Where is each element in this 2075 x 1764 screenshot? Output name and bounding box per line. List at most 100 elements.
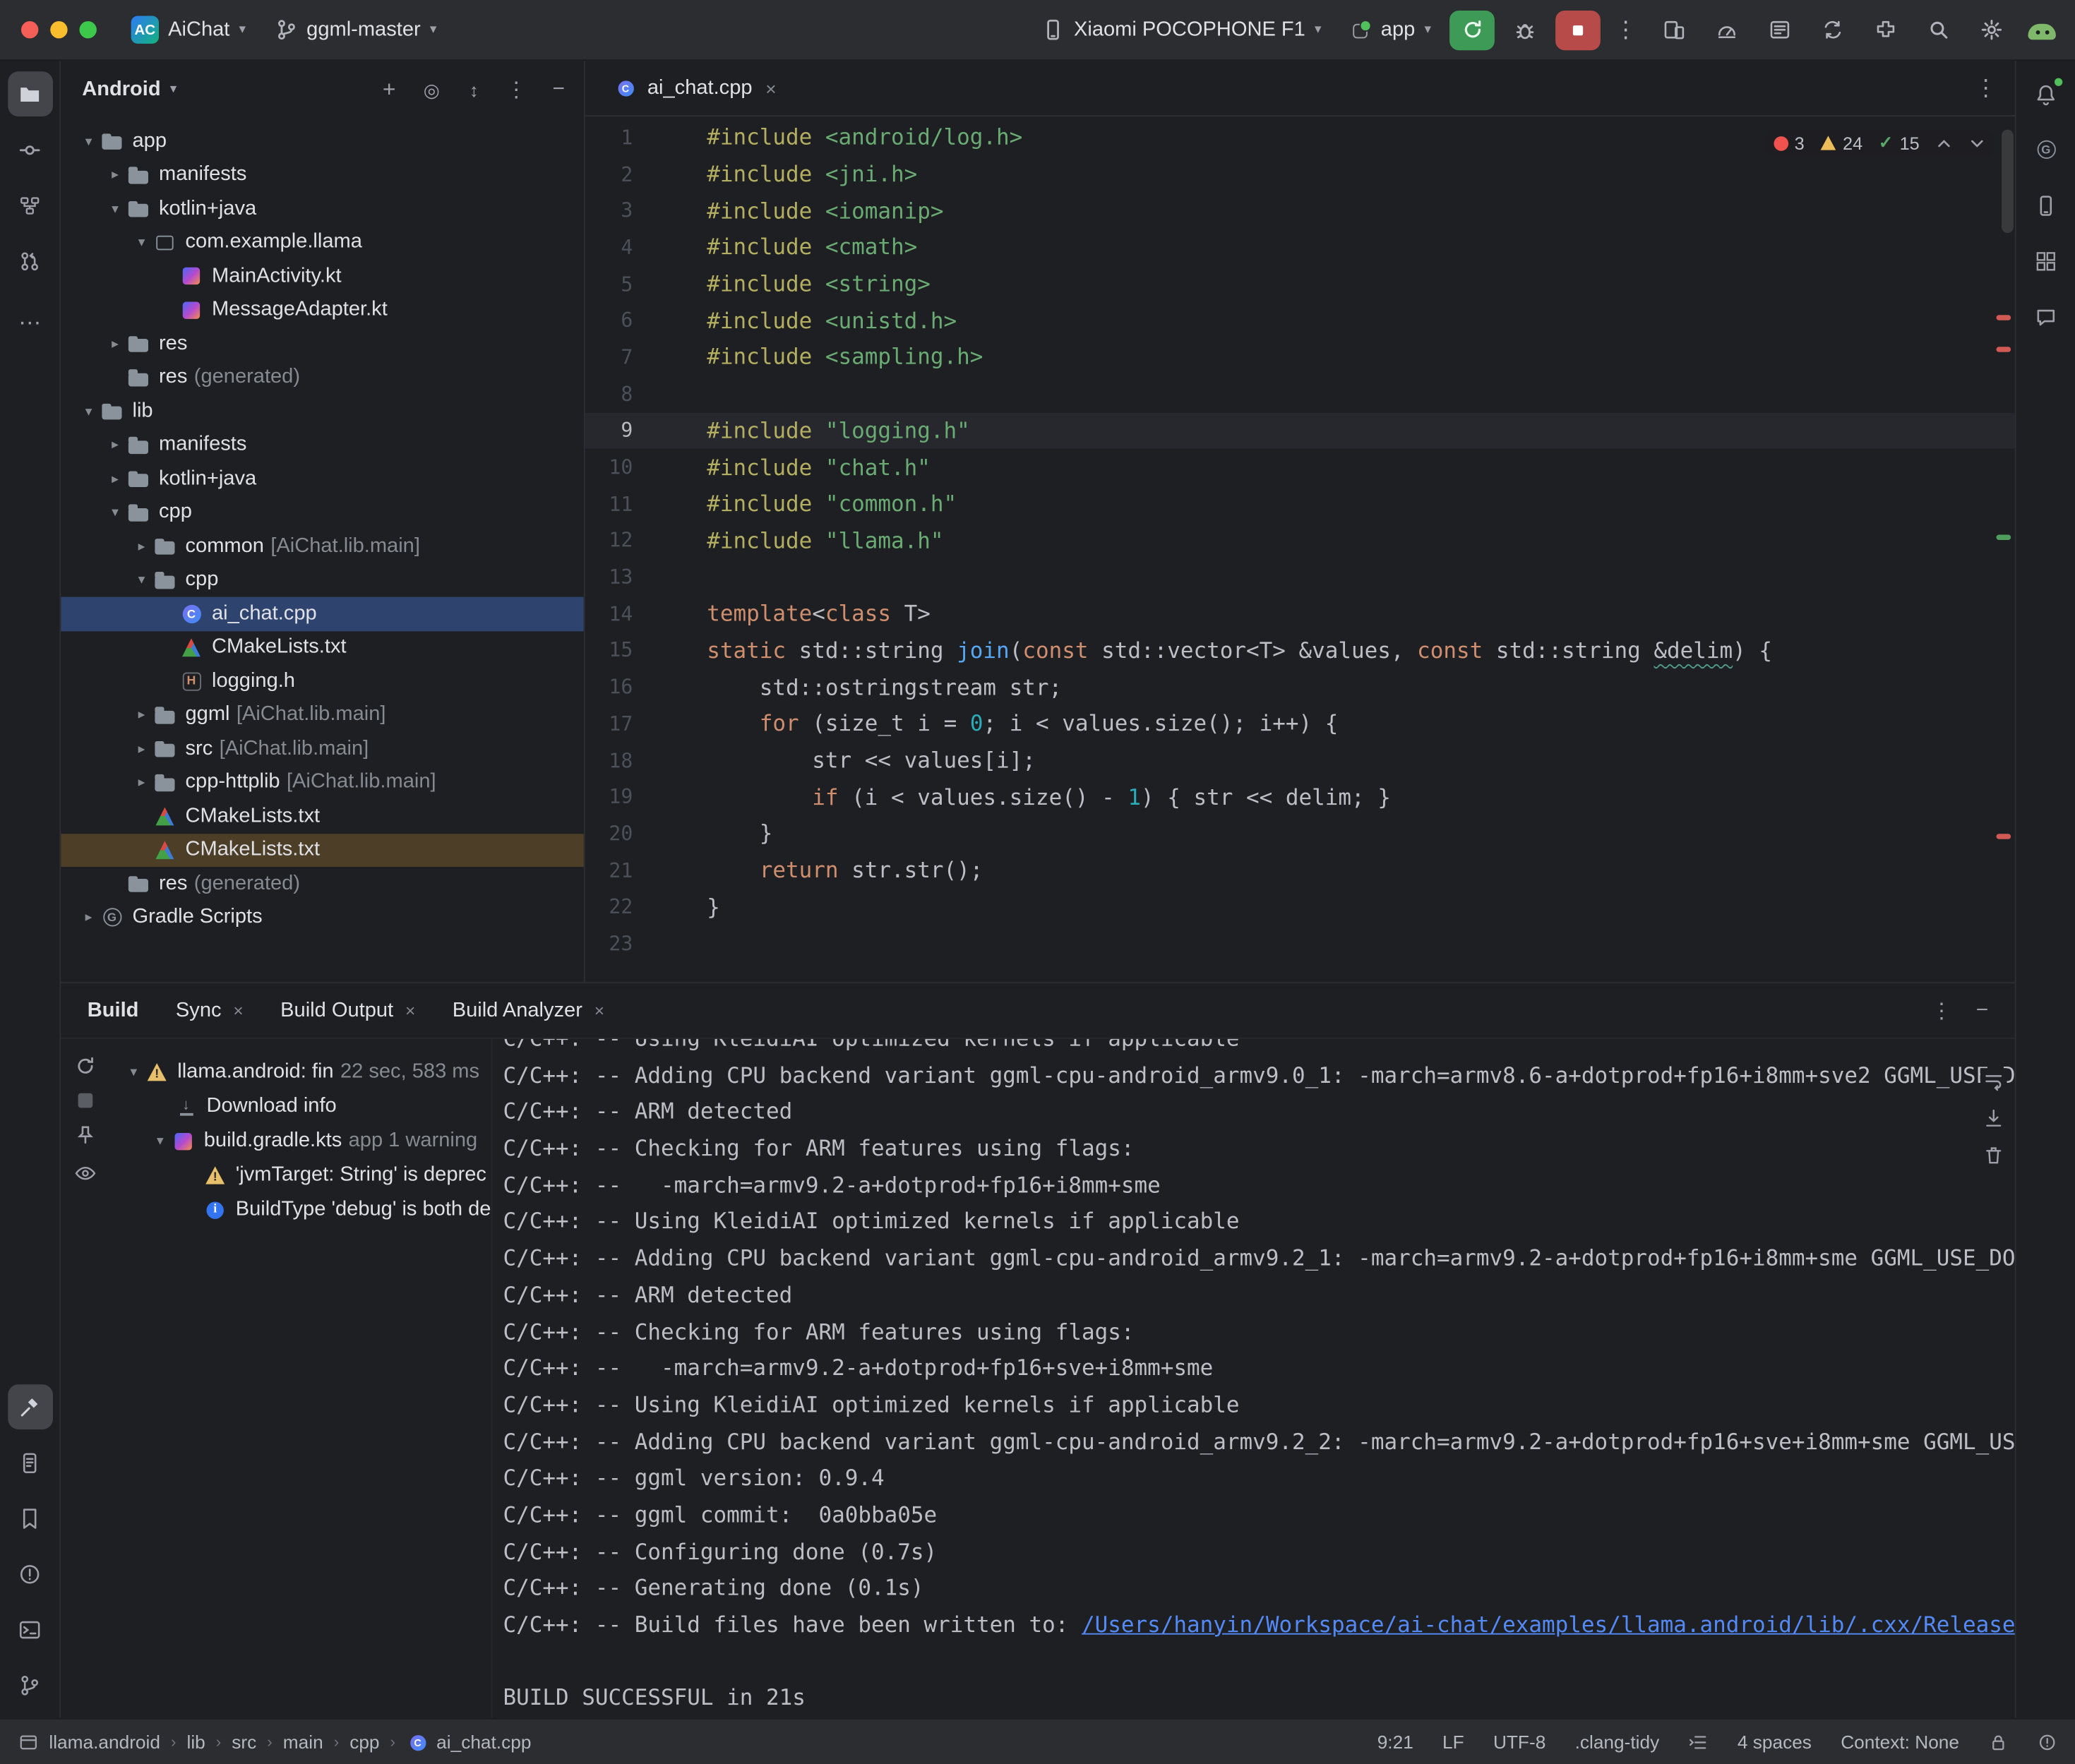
build-options-button[interactable]: ⋮ bbox=[1931, 997, 1952, 1024]
line-number[interactable]: 9 bbox=[585, 419, 633, 443]
breadcrumb-item-main[interactable]: main bbox=[283, 1732, 323, 1753]
breadcrumb-item-cpp[interactable]: cpp bbox=[349, 1732, 379, 1753]
tree-item-res[interactable]: ▸res bbox=[61, 327, 584, 361]
tree-item-messageadapter-kt[interactable]: MessageAdapter.kt bbox=[61, 293, 584, 327]
locate-file-button[interactable]: ◎ bbox=[419, 79, 443, 102]
line-number[interactable]: 2 bbox=[585, 162, 633, 186]
code-line[interactable]: 4#include <cmath> bbox=[585, 229, 2015, 265]
line-number[interactable]: 11 bbox=[585, 492, 633, 516]
status-item-clang-tidy[interactable]: .clang-tidy bbox=[1575, 1732, 1660, 1753]
minimize-window-button[interactable] bbox=[50, 21, 67, 38]
code-line[interactable]: 18 str << values[i]; bbox=[585, 742, 2015, 779]
code-line[interactable]: 5#include <string> bbox=[585, 265, 2015, 302]
device-selector[interactable]: Xiaomi POCOPHONE F1 ▾ bbox=[1031, 11, 1332, 49]
tree-item-ai-chat-cpp[interactable]: ai_chat.cpp bbox=[61, 597, 584, 631]
tree-item-logging-h[interactable]: logging.h bbox=[61, 664, 584, 698]
device-mirroring-button[interactable] bbox=[1651, 10, 1696, 49]
change-stripe-mark[interactable] bbox=[1997, 535, 2011, 540]
status-item-lf[interactable]: LF bbox=[1442, 1732, 1464, 1753]
code-line[interactable]: 12#include "llama.h" bbox=[585, 522, 2015, 559]
line-number[interactable]: 1 bbox=[585, 126, 633, 150]
line-number[interactable]: 17 bbox=[585, 712, 633, 736]
code-line[interactable]: 14template<class T> bbox=[585, 596, 2015, 632]
line-number[interactable]: 13 bbox=[585, 565, 633, 589]
expand-collapse-button[interactable]: ↕ bbox=[462, 80, 486, 101]
chevron-down-icon[interactable]: ▾ bbox=[130, 572, 154, 588]
app-quality-insights-tool-button[interactable] bbox=[2023, 294, 2069, 339]
close-tab-icon[interactable]: × bbox=[233, 1001, 243, 1021]
chevron-down-icon[interactable]: ▾ bbox=[103, 201, 127, 217]
code-line[interactable]: 15static std::string join(const std::vec… bbox=[585, 632, 2015, 669]
code-line[interactable]: 20 } bbox=[585, 815, 2015, 852]
code-line[interactable]: 6#include <unistd.h> bbox=[585, 302, 2015, 339]
run-configuration-selector[interactable]: app ▾ bbox=[1340, 11, 1442, 49]
problems-tool-button[interactable] bbox=[7, 1552, 52, 1597]
notifications-button[interactable] bbox=[2023, 71, 2069, 116]
hide-panel-button[interactable]: − bbox=[546, 78, 570, 102]
close-tab-icon[interactable]: × bbox=[594, 1001, 604, 1021]
code-line[interactable]: 9#include "logging.h" bbox=[585, 412, 2015, 449]
structure-tool-button[interactable] bbox=[7, 183, 52, 228]
code-line[interactable]: 22} bbox=[585, 889, 2015, 925]
project-selector[interactable]: AC AiChat ▾ bbox=[121, 9, 256, 50]
status-item-utf-8[interactable]: UTF-8 bbox=[1493, 1732, 1545, 1753]
clear-all-button[interactable] bbox=[1983, 1145, 2004, 1166]
tree-item-mainactivity-kt[interactable]: MainActivity.kt bbox=[61, 260, 584, 294]
code-line[interactable]: 23 bbox=[585, 925, 2015, 962]
line-number[interactable]: 8 bbox=[585, 382, 633, 406]
tree-item-manifests[interactable]: ▸manifests bbox=[61, 158, 584, 192]
tree-item-cpp[interactable]: ▾cpp bbox=[61, 496, 584, 529]
breadcrumb-item-llama-android[interactable]: llama.android bbox=[49, 1732, 160, 1753]
close-window-button[interactable] bbox=[21, 21, 38, 38]
error-stripe-mark[interactable] bbox=[1997, 347, 2011, 352]
device-manager-tool-button[interactable] bbox=[2023, 183, 2069, 228]
chevron-down-icon[interactable]: ▾ bbox=[77, 403, 101, 419]
prev-problem-button[interactable] bbox=[1935, 134, 1952, 151]
indent-config-icon[interactable] bbox=[1688, 1732, 1708, 1751]
chevron-right-icon[interactable]: ▸ bbox=[130, 741, 154, 757]
tab-build-analyzer[interactable]: Build Analyzer× bbox=[453, 999, 604, 1023]
build-tree-item[interactable]: 'jvmTarget: String' is deprec bbox=[109, 1158, 491, 1193]
chevron-down-icon[interactable]: ▾ bbox=[103, 505, 127, 521]
tree-item-kotlin-java[interactable]: ▸kotlin+java bbox=[61, 462, 584, 496]
search-everywhere-button[interactable] bbox=[1915, 10, 1961, 49]
line-number[interactable]: 21 bbox=[585, 858, 633, 882]
lock-icon[interactable] bbox=[1988, 1732, 2008, 1751]
line-number[interactable]: 5 bbox=[585, 272, 633, 296]
code-line[interactable]: 16 std::ostringstream str; bbox=[585, 668, 2015, 705]
soft-wrap-button[interactable] bbox=[1983, 1071, 2004, 1092]
app-inspection-button[interactable] bbox=[1757, 10, 1802, 49]
code-editor[interactable]: 1#include <android/log.h>2#include <jni.… bbox=[585, 116, 2015, 982]
code-line[interactable]: 7#include <sampling.h> bbox=[585, 339, 2015, 376]
debug-app-button[interactable] bbox=[1502, 10, 1548, 49]
stop-sync-button[interactable] bbox=[78, 1093, 92, 1108]
warning-count[interactable]: 24 bbox=[1820, 133, 1862, 152]
tree-item-common[interactable]: ▸common [AiChat.lib.main] bbox=[61, 529, 584, 563]
zoom-window-button[interactable] bbox=[80, 21, 97, 38]
line-number[interactable]: 15 bbox=[585, 639, 633, 663]
code-line[interactable]: 19 if (i < values.size() - 1) { str << d… bbox=[585, 779, 2015, 815]
build-tree-item[interactable]: BuildType 'debug' is both de bbox=[109, 1192, 491, 1227]
more-tool-windows-button[interactable]: … bbox=[7, 294, 52, 339]
chevron-right-icon[interactable]: ▸ bbox=[103, 167, 127, 184]
chevron-right-icon[interactable]: ▸ bbox=[130, 539, 154, 555]
profile-avatar[interactable] bbox=[2027, 18, 2057, 41]
line-number[interactable]: 20 bbox=[585, 822, 633, 846]
panel-options-button[interactable]: ⋮ bbox=[504, 77, 528, 104]
code-line[interactable]: 10#include "chat.h" bbox=[585, 449, 2015, 486]
chevron-right-icon[interactable]: ▸ bbox=[103, 471, 127, 487]
line-number[interactable]: 3 bbox=[585, 199, 633, 223]
tree-item-ggml[interactable]: ▸ggml [AiChat.lib.main] bbox=[61, 698, 584, 732]
tree-item-res[interactable]: res (generated) bbox=[61, 867, 584, 901]
pull-requests-tool-button[interactable] bbox=[7, 239, 52, 284]
code-line[interactable]: 11#include "common.h" bbox=[585, 486, 2015, 522]
breadcrumb-item-lib[interactable]: lib bbox=[186, 1732, 205, 1753]
tree-item-src[interactable]: ▸src [AiChat.lib.main] bbox=[61, 732, 584, 766]
gradle-sync-button[interactable] bbox=[1810, 10, 1855, 49]
code-line[interactable]: 13 bbox=[585, 559, 2015, 596]
tree-item-lib[interactable]: ▾lib bbox=[61, 395, 584, 428]
bookmarks-tool-button[interactable] bbox=[7, 1496, 52, 1541]
status-item-4-spaces[interactable]: 4 spaces bbox=[1738, 1732, 1812, 1753]
add-button[interactable]: + bbox=[377, 77, 401, 104]
more-run-options-button[interactable]: ⋮ bbox=[1608, 16, 1643, 43]
